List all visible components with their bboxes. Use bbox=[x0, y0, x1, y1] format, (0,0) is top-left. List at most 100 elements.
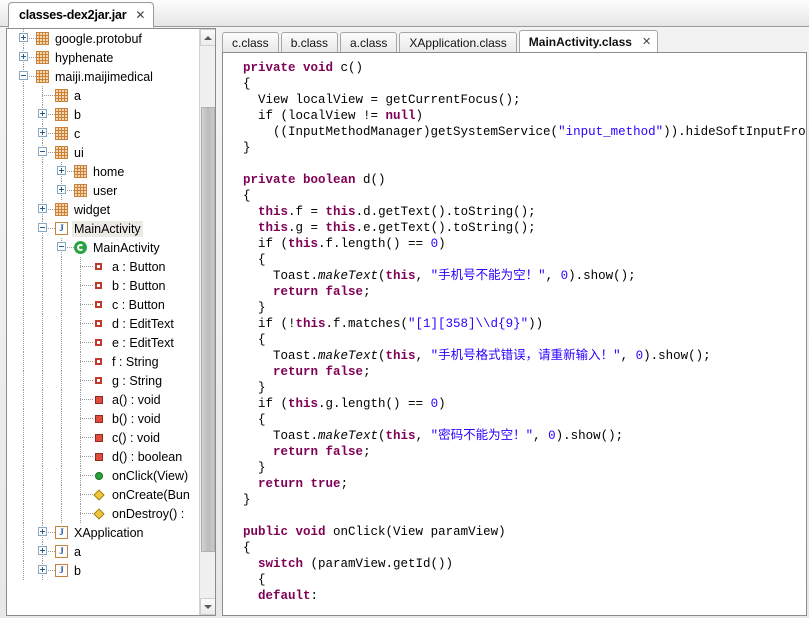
editor-tab[interactable]: XApplication.class bbox=[399, 32, 516, 53]
tree-item[interactable]: d() : boolean bbox=[7, 447, 199, 466]
collapse-icon[interactable] bbox=[57, 242, 66, 251]
tree-item[interactable]: f : String bbox=[7, 352, 199, 371]
code-line: } bbox=[243, 460, 807, 476]
tree-item[interactable]: b : Button bbox=[7, 276, 199, 295]
window-tab-jar[interactable]: classes-dex2jar.jar ✕ bbox=[8, 2, 154, 28]
code-token: this bbox=[386, 429, 416, 443]
tree-item-label: c bbox=[72, 126, 82, 142]
code-token: } bbox=[243, 141, 251, 155]
code-view[interactable]: private void c(){ View localView = getCu… bbox=[222, 52, 807, 616]
code-line: return true; bbox=[243, 476, 807, 492]
tree-item-label: d : EditText bbox=[110, 316, 176, 332]
tree-item[interactable]: b bbox=[7, 561, 199, 580]
tree-item[interactable]: e : EditText bbox=[7, 333, 199, 352]
expand-icon[interactable] bbox=[19, 52, 28, 61]
tree-item[interactable]: g : String bbox=[7, 371, 199, 390]
code-token: .g.length() == bbox=[318, 397, 431, 411]
collapse-icon[interactable] bbox=[38, 147, 47, 156]
tree-item[interactable]: google.protobuf bbox=[7, 29, 199, 48]
expand-icon[interactable] bbox=[57, 166, 66, 175]
code-line: { bbox=[243, 76, 807, 92]
tree-item[interactable]: b() : void bbox=[7, 409, 199, 428]
tree-item[interactable]: b bbox=[7, 105, 199, 124]
expand-icon[interactable] bbox=[38, 109, 47, 118]
code-token bbox=[288, 525, 296, 539]
tree-item[interactable]: widget bbox=[7, 200, 199, 219]
tree-item[interactable]: home bbox=[7, 162, 199, 181]
code-token bbox=[318, 285, 326, 299]
code-token: "密码不能为空！" bbox=[431, 429, 534, 443]
expand-icon[interactable] bbox=[38, 527, 47, 536]
close-icon[interactable]: ✕ bbox=[135, 9, 145, 21]
interface-method-icon bbox=[95, 472, 103, 480]
tree-item[interactable]: a() : void bbox=[7, 390, 199, 409]
tree-vertical-scrollbar[interactable] bbox=[199, 29, 215, 615]
tree-item-label: onCreate(Bun bbox=[110, 487, 192, 503]
scrollbar-thumb[interactable] bbox=[201, 107, 215, 552]
tree-item[interactable]: MainActivity bbox=[7, 238, 199, 257]
tree-item[interactable]: maiji.maijimedical bbox=[7, 67, 199, 86]
code-token: : bbox=[311, 589, 319, 603]
expand-icon[interactable] bbox=[57, 185, 66, 194]
editor-tab[interactable]: c.class bbox=[222, 32, 279, 53]
tree-item[interactable]: a bbox=[7, 86, 199, 105]
tree-scrollport: google.protobufhyphenatemaiji.maijimedic… bbox=[7, 29, 199, 615]
expand-icon[interactable] bbox=[38, 204, 47, 213]
collapse-icon[interactable] bbox=[19, 71, 28, 80]
tree-item[interactable]: onCreate(Bun bbox=[7, 485, 199, 504]
close-icon[interactable]: ✕ bbox=[642, 35, 651, 48]
tree-item[interactable]: user bbox=[7, 181, 199, 200]
code-token: ((InputMethodManager)getSystemService( bbox=[243, 125, 558, 139]
editor-tab[interactable]: b.class bbox=[281, 32, 338, 53]
tree-item-label: g : String bbox=[110, 373, 164, 389]
tree-item[interactable]: hyphenate bbox=[7, 48, 199, 67]
code-token: { bbox=[243, 77, 251, 91]
editor-tab[interactable]: a.class bbox=[340, 32, 397, 53]
tree-item[interactable]: onDestroy() : bbox=[7, 504, 199, 523]
code-token: return bbox=[273, 365, 318, 379]
code-token: View localView = getCurrentFocus(); bbox=[243, 93, 521, 107]
code-token: , bbox=[416, 429, 431, 443]
tree-item[interactable]: MainActivity bbox=[7, 219, 199, 238]
expand-icon[interactable] bbox=[38, 128, 47, 137]
field-icon bbox=[95, 377, 102, 384]
tree-item[interactable]: d : EditText bbox=[7, 314, 199, 333]
code-token: this bbox=[296, 317, 326, 331]
expand-icon[interactable] bbox=[38, 546, 47, 555]
window-tabbar: classes-dex2jar.jar ✕ bbox=[0, 0, 809, 27]
java-file-icon bbox=[55, 564, 68, 577]
code-token: 0 bbox=[431, 237, 439, 251]
code-token: { bbox=[243, 333, 266, 347]
code-token: { bbox=[243, 541, 251, 555]
code-token: Toast. bbox=[243, 349, 318, 363]
expand-icon[interactable] bbox=[19, 33, 28, 42]
code-line: { bbox=[243, 252, 807, 268]
tree-item[interactable]: c() : void bbox=[7, 428, 199, 447]
code-token: ).show(); bbox=[568, 269, 636, 283]
collapse-icon[interactable] bbox=[38, 223, 47, 232]
tree-item-label: MainActivity bbox=[91, 240, 162, 256]
code-token: return bbox=[273, 445, 318, 459]
code-token: this bbox=[326, 221, 356, 235]
tree-item-label: c : Button bbox=[110, 297, 167, 313]
code-token: } bbox=[243, 381, 266, 395]
tree-item[interactable]: c bbox=[7, 124, 199, 143]
tree-item-label: google.protobuf bbox=[53, 31, 144, 47]
code-line: if (this.f.length() == 0) bbox=[243, 236, 807, 252]
editor-tab[interactable]: MainActivity.class✕ bbox=[519, 30, 658, 53]
code-token: } bbox=[243, 461, 266, 475]
tree-item[interactable]: a : Button bbox=[7, 257, 199, 276]
scroll-down-button[interactable] bbox=[200, 598, 216, 615]
editor-tab-label: c.class bbox=[232, 36, 269, 50]
tree-item[interactable]: a bbox=[7, 542, 199, 561]
code-line: public void onClick(View paramView) bbox=[243, 524, 807, 540]
tree-item[interactable]: XApplication bbox=[7, 523, 199, 542]
code-token: this bbox=[326, 205, 356, 219]
code-token: onClick(View paramView) bbox=[326, 525, 506, 539]
tree-item[interactable]: ui bbox=[7, 143, 199, 162]
tree-item[interactable]: onClick(View) bbox=[7, 466, 199, 485]
tree-item[interactable]: c : Button bbox=[7, 295, 199, 314]
code-token: false bbox=[326, 445, 364, 459]
scroll-up-button[interactable] bbox=[200, 29, 216, 46]
expand-icon[interactable] bbox=[38, 565, 47, 574]
